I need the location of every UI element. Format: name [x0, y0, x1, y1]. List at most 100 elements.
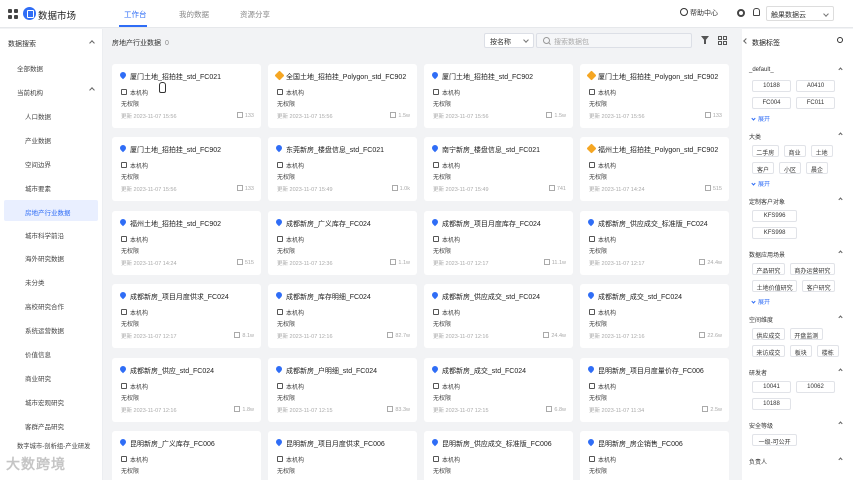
sidebar-item[interactable]: 商业研究 [25, 373, 51, 383]
tag-chip[interactable]: FC011 [796, 97, 835, 109]
tag-chip[interactable]: A0410 [796, 80, 835, 92]
sidebar-item[interactable]: 房地产行业数据 [4, 200, 98, 221]
tag-section-header[interactable]: 研发者 [749, 368, 843, 377]
dataset-card[interactable]: 昆明新房_供应成交_标准版_FC006 本机构 无权限 [424, 431, 573, 480]
location-pin-icon [118, 217, 128, 227]
tag-section-header[interactable]: 数据应用场景 [749, 250, 843, 259]
expand-link[interactable]: 展开 [752, 114, 770, 123]
dataset-card[interactable]: 厦门土地_招拍挂_std_FC902 本机构 无权限 更新 2023-11-07 15… [424, 64, 573, 128]
tag-chip[interactable]: 小区 [779, 162, 801, 174]
dataset-card[interactable]: 成都新房_项目月度库存_FC024 本机构 无权限 更新 2023-11-07 12:… [424, 211, 573, 275]
dataset-card[interactable]: 昆明新房_广义库存_FC006 本机构 无权限 [112, 431, 261, 480]
dataset-card[interactable]: 成都新房_成交_std_FC024 本机构 无权限 更新 2023-11-07 12:… [424, 358, 573, 422]
expand-link[interactable]: 展开 [752, 179, 770, 188]
tag-chip[interactable]: 一级-可公开 [752, 434, 798, 446]
dataset-card[interactable]: 东莞新房_楼盘信息_std_FC021 本机构 无权限 更新 2023-11-07 1… [268, 137, 417, 201]
card-size: 24.4w [543, 332, 566, 339]
tag-chip[interactable]: 10062 [796, 381, 835, 393]
sidebar-item[interactable]: 高校研究合作 [25, 301, 64, 311]
location-pin-icon [274, 143, 284, 153]
tag-chip[interactable]: 10041 [752, 381, 791, 393]
dataset-card[interactable]: 成都新房_项目月度供求_FC024 本机构 无权限 更新 2023-11-07 12:… [112, 284, 261, 348]
help-center-button[interactable]: 帮助中心 [680, 8, 718, 18]
tag-chip[interactable]: KFS998 [752, 227, 798, 239]
expand-link[interactable]: 展开 [752, 297, 770, 306]
tag-section-label: 空间维度 [749, 318, 774, 324]
dataset-card[interactable]: 福州土地_招拍挂_Polygon_std_FC902 本机构 无权限 更新 2023-… [580, 137, 729, 201]
tag-section-header[interactable]: 大类 [749, 132, 843, 141]
card-updated: 更新 2023-11-07 15:56 [433, 114, 489, 120]
settings-icon[interactable] [737, 9, 745, 17]
sidebar-group-digital-city[interactable]: 数字城市-剖析组-产业研发 [17, 441, 90, 450]
sidebar-item[interactable]: 产业数据 [25, 135, 51, 145]
sidebar-item[interactable]: 人口数据 [25, 111, 51, 121]
sidebar-header[interactable]: 数据搜索 [8, 39, 95, 49]
tag-section-header[interactable]: 安全等级 [749, 421, 843, 430]
dataset-card[interactable]: 厦门土地_招拍挂_Polygon_std_FC902 本机构 无权限 更新 2023-… [580, 64, 729, 128]
grid-view-icon[interactable] [718, 36, 727, 45]
dataset-card[interactable]: 全国土地_招拍挂_Polygon_std_FC902 本机构 无权限 更新 2023-… [268, 64, 417, 128]
dataset-card[interactable]: 成都新房_成交_std_FC024 本机构 无权限 更新 2023-11-07 12:… [580, 284, 729, 348]
sidebar-item[interactable]: 客群产品研究 [25, 421, 64, 431]
tag-chip[interactable]: 产品研究 [752, 263, 785, 275]
sidebar-item[interactable]: 城市宏观研究 [25, 397, 64, 407]
tags-panel-title: 数据标签 [752, 40, 780, 47]
tag-chip[interactable]: 10188 [752, 80, 791, 92]
search-icon[interactable] [837, 37, 843, 43]
location-pin-icon [430, 143, 440, 153]
sidebar-item[interactable]: 系统运营数据 [25, 325, 64, 335]
dataset-card[interactable]: 厦门土地_招拍挂_std_FC021 本机构 无权限 更新 2023-11-07 15… [112, 64, 261, 128]
tag-chip[interactable]: 客户研究 [802, 280, 835, 292]
sidebar-item[interactable]: 空间边界 [25, 159, 51, 169]
sort-select[interactable]: 按名称 [484, 33, 534, 48]
dataset-card[interactable]: 成都新房_库存明细_FC024 本机构 无权限 更新 2023-11-07 12:16… [268, 284, 417, 348]
tag-section-header[interactable]: 负责人 [749, 457, 843, 466]
filter-icon[interactable] [701, 36, 709, 44]
tag-chip[interactable]: FC004 [752, 97, 791, 109]
tag-section-header[interactable]: 空间维度 [749, 315, 843, 324]
sidebar-item[interactable]: 价值信息 [25, 349, 51, 359]
sidebar-group-current-org[interactable]: 当前机构 [17, 87, 95, 97]
tag-chip[interactable]: 二手房 [752, 145, 779, 157]
dataset-card[interactable]: 福州土地_招拍挂_std_FC902 本机构 无权限 更新 2023-11-07 14… [112, 211, 261, 275]
tag-chip[interactable]: 商业 [783, 145, 806, 157]
dataset-card[interactable]: 成都新房_供应成交_标准版_FC024 本机构 无权限 更新 2023-11-07 1… [580, 211, 729, 275]
dataset-card[interactable]: 厦门土地_招拍挂_std_FC902 本机构 无权限 更新 2023-11-07 15… [112, 137, 261, 201]
sidebar-item-all[interactable]: 全部数据 [17, 63, 43, 73]
tag-chip[interactable]: KFS996 [752, 210, 798, 222]
apps-grid-icon[interactable] [8, 9, 18, 19]
tag-section-label: 负责人 [749, 460, 768, 466]
tag-chip[interactable]: 板块 [789, 345, 812, 357]
sidebar-item[interactable]: 城市要素 [25, 183, 51, 193]
collapse-icon[interactable] [743, 38, 749, 44]
dataset-card[interactable]: 成都新房_供应_std_FC024 本机构 无权限 更新 2023-11-07 12:… [112, 358, 261, 422]
tag-chip[interactable]: 商办运营研究 [789, 263, 835, 275]
tag-chip[interactable]: 土地价值研究 [752, 280, 798, 292]
tag-chip[interactable]: 客户 [752, 162, 774, 174]
dataset-card[interactable]: 南宁新房_楼盘信息_std_FC021 本机构 无权限 更新 2023-11-07 1… [424, 137, 573, 201]
tag-chip[interactable]: 来访成交 [752, 345, 785, 357]
dataset-card[interactable]: 昆明新房_房企销售_FC006 本机构 无权限 [580, 431, 729, 480]
tag-chip[interactable]: 晨企 [806, 162, 828, 174]
tag-section-header[interactable]: 定制客户对象 [749, 197, 843, 206]
tag-chip[interactable]: 供应成交 [752, 328, 785, 340]
bell-icon[interactable] [753, 8, 760, 16]
tag-chip[interactable]: 开盘监测 [789, 328, 823, 340]
dataset-card[interactable]: 昆明新房_项目月度供求_FC006 本机构 无权限 [268, 431, 417, 480]
tab-my-data[interactable]: 我的数据 [179, 9, 209, 20]
tag-chip[interactable]: 10188 [752, 398, 791, 410]
tab-resource-share[interactable]: 资源分享 [240, 9, 270, 20]
sidebar-item[interactable]: 城市科学前沿 [25, 230, 64, 240]
tab-workbench[interactable]: 工作台 [124, 9, 147, 20]
tag-chip[interactable]: 楼栋 [816, 345, 839, 357]
dataset-card[interactable]: 昆明新房_项目月度量价存_FC006 本机构 无权限 更新 2023-11-07 11… [580, 358, 729, 422]
dataset-card[interactable]: 成都新房_广义库存_FC024 本机构 无权限 更新 2023-11-07 12:36… [268, 211, 417, 275]
sidebar-item[interactable]: 海外研究数据 [25, 253, 64, 263]
dataset-card[interactable]: 成都新房_户明细_std_FC024 本机构 无权限 更新 2023-11-07 12… [268, 358, 417, 422]
tag-chip[interactable]: 土地 [810, 145, 833, 157]
tag-section-header[interactable]: _default_ [749, 67, 843, 73]
workspace-select[interactable]: 触果数据云 [766, 6, 834, 21]
sidebar-item[interactable]: 未分类 [25, 277, 45, 287]
search-input[interactable]: 搜索数据包 [536, 33, 692, 48]
dataset-card[interactable]: 成都新房_供应成交_std_FC024 本机构 无权限 更新 2023-11-07 1… [424, 284, 573, 348]
